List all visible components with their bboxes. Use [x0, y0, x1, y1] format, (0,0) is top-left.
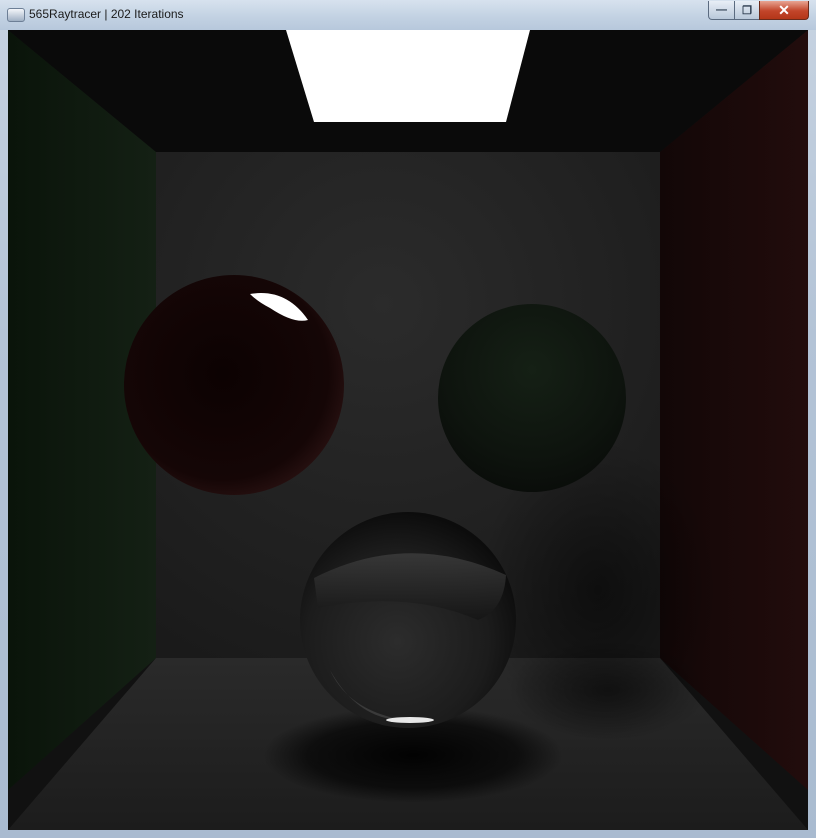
right-sphere	[438, 304, 626, 492]
rendered-scene	[8, 30, 808, 830]
close-icon: ✕	[778, 1, 790, 18]
left-sphere	[124, 275, 344, 495]
maximize-icon: ❐	[742, 4, 752, 17]
app-icon[interactable]	[7, 8, 25, 22]
floor-shadow-right	[508, 640, 708, 740]
ceiling-light	[286, 30, 530, 122]
close-button[interactable]: ✕	[759, 1, 809, 20]
render-viewport[interactable]	[8, 30, 808, 830]
minimize-button[interactable]: —	[708, 1, 735, 20]
window-title: 565Raytracer | 202 Iterations	[29, 7, 184, 21]
maximize-button[interactable]: ❐	[734, 1, 760, 20]
glass-sphere-caustic	[386, 717, 434, 723]
title-bar[interactable]: 565Raytracer | 202 Iterations — ❐ ✕	[0, 0, 816, 30]
glass-sphere	[300, 512, 516, 728]
app-window: 565Raytracer | 202 Iterations — ❐ ✕	[0, 0, 816, 838]
minimize-icon: —	[716, 4, 727, 16]
